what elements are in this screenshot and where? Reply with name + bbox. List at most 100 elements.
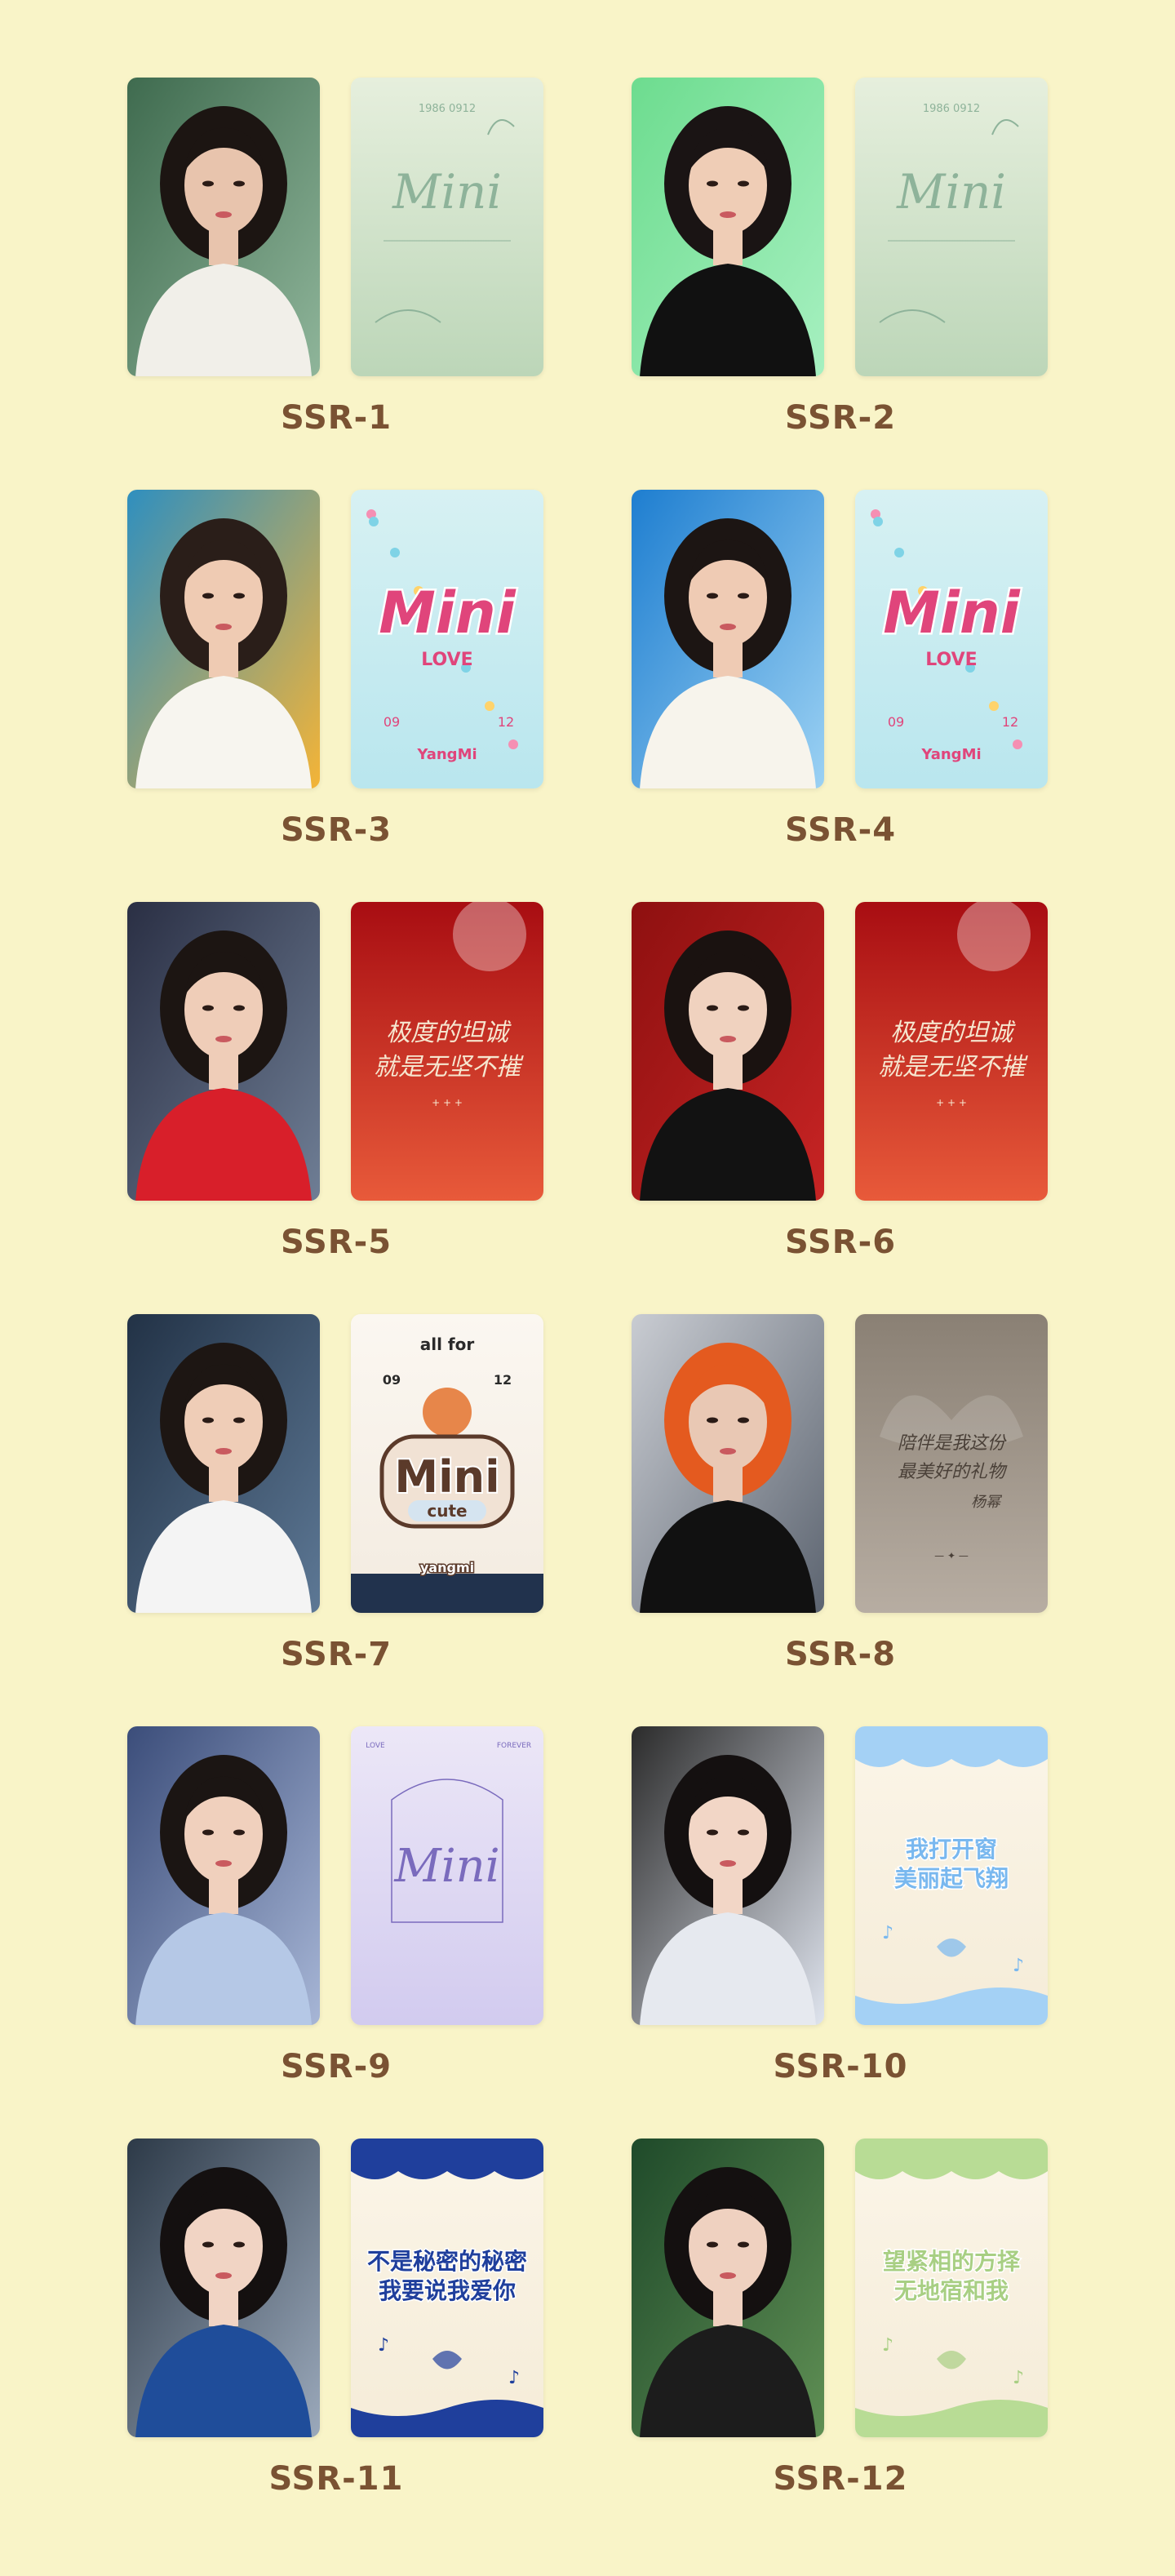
card-corner-text: FOREVER — [497, 1742, 531, 1750]
eye-right — [233, 593, 245, 599]
card-date: 1986 0912 — [923, 103, 980, 115]
card-day: 12 — [1002, 714, 1018, 730]
card-label: SSR-6 — [784, 1224, 897, 1261]
card-heading: all for — [420, 1335, 475, 1354]
lips — [720, 1036, 736, 1042]
lips — [215, 1036, 232, 1042]
candy-icon — [508, 739, 518, 749]
portrait-image — [127, 78, 320, 376]
card-quote-line: 最美好的礼物 — [898, 1462, 1008, 1482]
portrait-image — [632, 490, 824, 788]
photo-card-back: 我打开窗 美丽起飞翔 ♪ ♪ — [855, 1726, 1048, 2025]
card-quote-line: 我打开窗 — [906, 1836, 997, 1863]
card-pair: all for 09 12 Mini cute yangmi SSR-7 — [127, 1314, 545, 1690]
photo-card-front — [127, 1726, 320, 2025]
eye-left — [707, 180, 718, 187]
eye-left — [707, 1005, 718, 1011]
portrait-image — [127, 1314, 320, 1613]
card-subtitle: cute — [427, 1501, 467, 1521]
eye-left — [707, 1417, 718, 1423]
card-grid: 1986 0912 Mini SSR-1 1986 0912 Mini SSR-2 Mini… — [0, 0, 1175, 2576]
card-back-artwork: 望紧相的方择无地宿和我 ♪ ♪ — [855, 2139, 1048, 2437]
eye-right — [738, 1829, 749, 1836]
card-label: SSR-10 — [773, 2048, 908, 2085]
card-pair: Mini LOVE 09 12 YangMi SSR-4 — [632, 490, 1049, 865]
card-title: Mini — [883, 580, 1020, 646]
card-back-artwork: Mini LOVE 09 12 YangMi — [855, 490, 1048, 788]
card-pair: 极度的坦诚 就是无坚不摧 + + + SSR-5 — [127, 902, 545, 1277]
music-note-icon: ♪ — [882, 1923, 893, 1943]
candy-icon — [390, 548, 400, 557]
portrait-image — [632, 78, 824, 376]
photo-card-back: all for 09 12 Mini cute yangmi — [351, 1314, 543, 1613]
card-pair: 我打开窗 美丽起飞翔 ♪ ♪ SSR-10 — [632, 1726, 1049, 2102]
photo-card-front — [632, 902, 824, 1201]
card-back-background — [351, 78, 543, 376]
card-title: Mini — [393, 1840, 499, 1893]
card-quote-line: 陪伴是我这份 — [898, 1433, 1007, 1454]
card-title: Mini — [394, 1451, 499, 1503]
photo-card-front — [632, 2139, 824, 2437]
candy-icon — [989, 701, 999, 711]
lips — [215, 211, 232, 218]
photo-card-back: 1986 0912 Mini — [351, 78, 543, 376]
photo-card-back: 陪伴是我这份 最美好的礼物 杨幂 — ✦ — — [855, 1314, 1048, 1613]
card-signature: YangMi — [416, 746, 477, 763]
photo-card-back: LOVE FOREVER Mini — [351, 1726, 543, 2025]
lips — [720, 1448, 736, 1455]
eye-left — [202, 1005, 214, 1011]
photo-card-front — [632, 1726, 824, 2025]
photo-card-back: 1986 0912 Mini — [855, 78, 1048, 376]
candy-icon — [873, 517, 883, 526]
card-month: 09 — [384, 714, 400, 730]
card-ornament: + + + — [936, 1097, 967, 1108]
card-ornament: — ✦ — — [934, 1550, 969, 1561]
eye-right — [738, 1417, 749, 1423]
music-note-icon: ♪ — [378, 2335, 389, 2356]
card-ornament: + + + — [432, 1097, 463, 1108]
candy-icon — [369, 517, 379, 526]
card-quote-line: 美丽起飞翔 — [894, 1865, 1009, 1892]
card-pair: 不是秘密的秘密 我要说我爱你 ♪ ♪ SSR-11 — [127, 2139, 545, 2514]
lips — [215, 2272, 232, 2279]
card-pair: 1986 0912 Mini SSR-2 — [632, 78, 1049, 453]
photo-card-front — [632, 490, 824, 788]
card-back-artwork: 我打开窗美丽起飞翔 ♪ ♪ — [855, 1726, 1048, 2025]
lips — [720, 211, 736, 218]
card-back-artwork: 极度的坦诚就是无坚不摧 + + + — [351, 902, 543, 1201]
card-back-background — [855, 78, 1048, 376]
portrait-image — [632, 1726, 824, 2025]
photo-card-back: Mini LOVE 09 12 YangMi — [351, 490, 543, 788]
music-note-icon: ♪ — [882, 2335, 893, 2356]
photo-card-back: 极度的坦诚 就是无坚不摧 + + + — [351, 902, 543, 1201]
card-label: SSR-11 — [268, 2460, 404, 2498]
card-back-artwork: Mini LOVE 09 12 YangMi — [351, 490, 543, 788]
card-back-artwork: 不是秘密的秘密我要说我爱你 ♪ ♪ — [351, 2139, 543, 2437]
lips — [720, 2272, 736, 2279]
eye-left — [707, 2241, 718, 2248]
card-label: SSR-12 — [773, 2460, 908, 2498]
photo-card-front — [127, 2139, 320, 2437]
photo-card-front — [632, 1314, 824, 1613]
music-note-icon: ♪ — [1013, 2368, 1024, 2388]
card-label: SSR-8 — [784, 1636, 897, 1673]
card-signature: YangMi — [920, 746, 981, 763]
card-quote-line: 不是秘密的秘密 — [367, 2248, 527, 2275]
photo-card-back: 不是秘密的秘密 我要说我爱你 ♪ ♪ — [351, 2139, 543, 2437]
eye-right — [233, 1417, 245, 1423]
photo-card-back: 望紧相的方择 无地宿和我 ♪ ♪ — [855, 2139, 1048, 2437]
photo-card-front — [127, 78, 320, 376]
eye-left — [202, 180, 214, 187]
card-back-artwork: LOVE FOREVER Mini — [351, 1726, 543, 2025]
eye-right — [738, 593, 749, 599]
card-label: SSR-5 — [280, 1224, 392, 1261]
card-day: 12 — [498, 714, 514, 730]
photo-card-front — [127, 1314, 320, 1613]
card-back-artwork: 1986 0912 Mini — [855, 78, 1048, 376]
fox-icon — [423, 1388, 472, 1437]
eye-right — [738, 1005, 749, 1011]
eye-left — [202, 593, 214, 599]
candy-icon — [485, 701, 494, 711]
card-label: SSR-1 — [280, 399, 392, 437]
card-title: Mini — [379, 580, 516, 646]
